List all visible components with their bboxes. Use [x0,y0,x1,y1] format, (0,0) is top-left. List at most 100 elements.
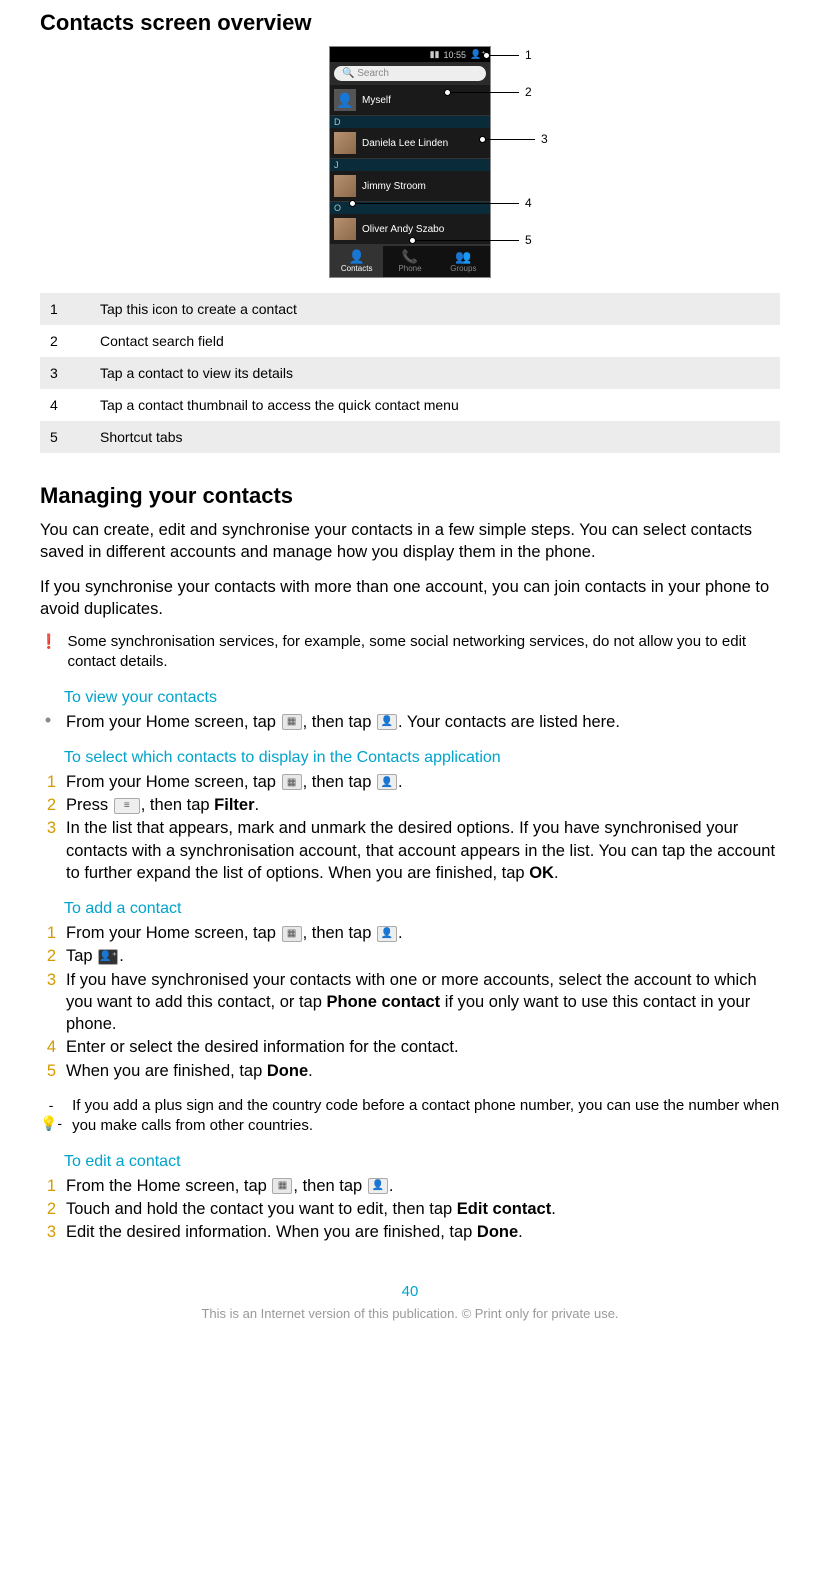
step-text: From your Home screen, tap ▦, then tap 👤… [66,922,403,944]
text-fragment: In the list that appears, mark and unmar… [66,819,775,882]
step-number: 2 [40,1198,56,1220]
text-fragment: , then tap [303,924,376,942]
self-row: 👤 Myself [330,85,490,116]
contact-avatar-icon [334,175,356,197]
text-fragment: . [119,947,124,965]
text-fragment: , then tap [293,1177,366,1195]
step-number: 5 [40,1060,56,1082]
text-fragment: When you are finished, tap [66,1062,267,1080]
step-number: 3 [40,1221,56,1243]
groups-tab-icon: 👥 [437,250,490,264]
callout-line [485,139,535,140]
contacts-app-icon: 👤 [377,774,397,790]
page-footer: 40 This is an Internet version of this p… [40,1283,780,1321]
legend-text: Tap a contact to view its details [90,357,780,389]
text-fragment: Edit the desired information. When you a… [66,1223,477,1241]
tip-text: If you add a plus sign and the country c… [72,1096,780,1137]
heading-overview: Contacts screen overview [40,10,780,36]
warning-text: Some synchronisation services, for examp… [67,632,780,673]
tab-phone: 📞Phone [383,246,436,277]
text-fragment: . [518,1223,523,1241]
callout-line [415,240,519,241]
legend-num: 2 [40,325,90,357]
list-item: 1 From your Home screen, tap ▦, then tap… [64,922,780,944]
phone-tab-icon: 📞 [383,250,436,264]
status-time: 10:55 [444,50,467,60]
callout-label-5: 5 [525,233,532,247]
step-text: From the Home screen, tap ▦, then tap 👤. [66,1175,393,1197]
callout-line [450,92,519,93]
tab-groups: 👥Groups [437,246,490,277]
legend-row: 1Tap this icon to create a contact [40,293,780,325]
paragraph: If you synchronise your contacts with mo… [40,576,780,621]
callout-line [355,203,519,204]
search-bar: 🔍 Search [330,62,490,85]
signal-icon: ▮▮ [430,49,440,60]
text-fragment: . [551,1200,556,1218]
bold-text: Filter [214,796,254,814]
callout-label-4: 4 [525,196,532,210]
step-text: If you have synchronised your contacts w… [66,969,780,1036]
legend-text: Shortcut tabs [90,421,780,453]
section-letter-d: D [330,116,490,128]
contacts-app-icon: 👤 [368,1178,388,1194]
text-fragment: From the Home screen, tap [66,1177,271,1195]
step-text: When you are finished, tap Done. [66,1060,313,1082]
text-fragment: . [308,1062,313,1080]
legend-num: 1 [40,293,90,325]
list-item: • From your Home screen, tap ▦, then tap… [64,711,780,733]
callout-line [489,55,519,56]
contact-row: Jimmy Stroom [330,171,490,202]
callout-label-3: 3 [541,132,548,146]
step-text: From your Home screen, tap ▦, then tap 👤… [66,771,403,793]
bold-text: Phone contact [327,993,441,1011]
tab-contacts: 👤Contacts [330,246,383,277]
tab-label: Contacts [341,264,373,273]
text-fragment: . [255,796,260,814]
apps-grid-icon: ▦ [282,926,302,942]
text-fragment: Press [66,796,113,814]
self-label: Myself [362,95,391,106]
apps-grid-icon: ▦ [282,774,302,790]
bold-text: Edit contact [457,1200,551,1218]
step-number: 1 [40,771,56,793]
contact-avatar-icon [334,132,356,154]
step-number: 2 [40,945,56,967]
status-bar: ▮▮ 10:55 👤⁺ [330,47,490,62]
contacts-tab-icon: 👤 [330,250,383,264]
text-fragment: Tap [66,947,97,965]
legend-num: 5 [40,421,90,453]
contact-name: Jimmy Stroom [362,181,426,192]
section-letter-j: J [330,159,490,171]
text-fragment: . [389,1177,394,1195]
contact-row: Daniela Lee Linden [330,128,490,159]
warning-icon: ❗ [40,632,57,650]
tip-icon: -💡- [40,1096,62,1132]
list-item: 1 From your Home screen, tap ▦, then tap… [64,771,780,793]
list-item: 2 Touch and hold the contact you want to… [64,1198,780,1220]
apps-grid-icon: ▦ [272,1178,292,1194]
text-fragment: , then tap [303,773,376,791]
search-placeholder: Search [357,68,389,79]
phone-figure: ▮▮ 10:55 👤⁺ 🔍 Search 👤 Myself D [40,46,780,278]
text-fragment: From your Home screen, tap [66,713,281,731]
bullet-icon: • [40,711,56,733]
text-fragment: , then tap [303,713,376,731]
text-fragment: . [398,773,403,791]
text-fragment: . Your contacts are listed here. [398,713,620,731]
page-number: 40 [40,1283,780,1300]
step-text: Touch and hold the contact you want to e… [66,1198,556,1220]
search-input-mock: 🔍 Search [334,66,486,81]
legend-row: 2Contact search field [40,325,780,357]
list-item: 2 Tap 👤⁺. [64,945,780,967]
step-list: 1 From the Home screen, tap ▦, then tap … [64,1175,780,1244]
list-item: 5 When you are finished, tap Done. [64,1060,780,1082]
contacts-app-icon: 👤 [377,926,397,942]
tab-label: Phone [398,264,421,273]
tab-label: Groups [450,264,476,273]
bold-text: OK [529,864,554,882]
tab-bar: 👤Contacts 📞Phone 👥Groups [330,245,490,277]
list-item: 4 Enter or select the desired informatio… [64,1036,780,1058]
step-list: 1 From your Home screen, tap ▦, then tap… [64,771,780,884]
step-number: 2 [40,794,56,816]
